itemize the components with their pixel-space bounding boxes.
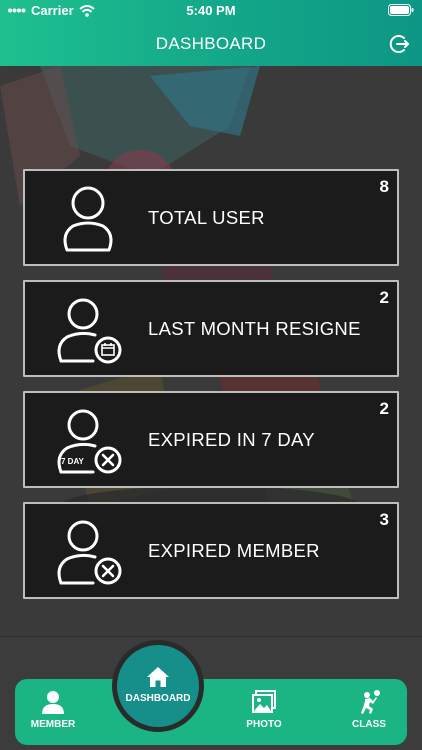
status-time: 5:40 PM — [186, 3, 236, 18]
card-expired-member[interactable]: EXPIRED MEMBER 3 — [23, 502, 399, 599]
card-count: 2 — [379, 288, 389, 307]
logout-icon[interactable] — [388, 33, 410, 55]
tab-class[interactable]: CLASS — [331, 679, 407, 745]
card-count: 3 — [379, 510, 389, 529]
card-last-month-resigne[interactable]: LAST MONTH RESIGNE 2 — [23, 280, 399, 377]
tab-label: DASHBOARD — [125, 693, 191, 704]
tab-label: CLASS — [352, 719, 386, 730]
card-count: 8 — [379, 177, 389, 196]
card-count: 2 — [379, 399, 389, 418]
page-title: DASHBOARD — [155, 34, 267, 53]
card-label: LAST MONTH RESIGNE — [148, 318, 361, 339]
app-header: Carrier 5:40 PM DASHBOARD — [0, 0, 422, 66]
user-expired-icon — [57, 520, 122, 585]
user-icon — [63, 186, 113, 252]
battery-icon — [388, 4, 414, 19]
volleyball-player-icon — [361, 690, 380, 714]
photo-icon — [252, 690, 276, 713]
home-icon — [147, 667, 169, 687]
tab-dashboard[interactable]: DASHBOARD — [117, 645, 199, 727]
user-calendar-icon — [57, 298, 122, 364]
seven-day-badge: 7 DAY — [61, 457, 84, 466]
tab-member[interactable]: MEMBER — [15, 679, 91, 745]
user-expired-7day-icon: 7 DAY — [57, 409, 122, 474]
card-total-user[interactable]: TOTAL USER 8 — [23, 169, 399, 266]
tab-label: PHOTO — [246, 719, 282, 730]
card-label: EXPIRED MEMBER — [148, 540, 320, 561]
tab-label: MEMBER — [30, 719, 76, 730]
card-label: EXPIRED IN 7 DAY — [148, 429, 315, 450]
status-bar: Carrier 5:40 PM — [0, 0, 422, 22]
card-label: TOTAL USER — [148, 207, 265, 228]
member-icon — [42, 691, 64, 714]
tab-photo[interactable]: PHOTO — [226, 679, 302, 745]
card-expired-in-7-day[interactable]: 7 DAY EXPIRED IN 7 DAY 2 — [23, 391, 399, 488]
